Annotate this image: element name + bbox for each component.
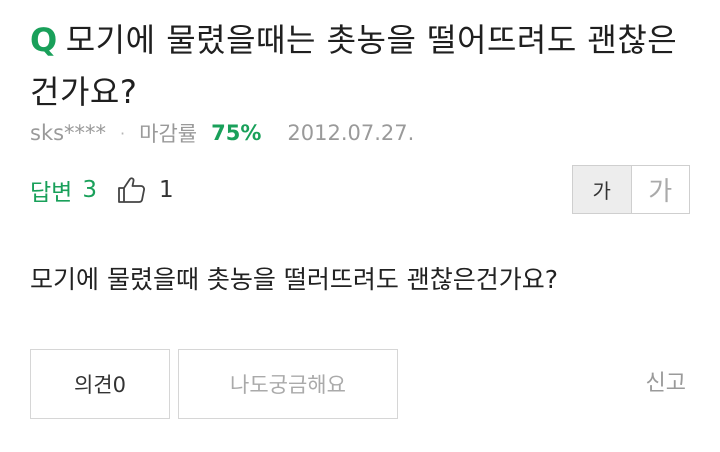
question-stats: 답변 3 1: [30, 170, 174, 210]
answers-count-link[interactable]: 답변 3: [30, 173, 97, 207]
like-button[interactable]: 1: [115, 174, 174, 206]
question-title: Q 모기에 물렸을때는 촛농을 떨어뜨려도 괜찮은 건가요?: [30, 14, 700, 118]
like-count: 1: [158, 177, 174, 203]
meta-separator: ·: [120, 123, 126, 143]
question-mark-icon: Q: [30, 21, 58, 59]
question-body: 모기에 물렸을때 촛농을 떨러뜨려도 괜찮은건가요?: [30, 265, 559, 294]
close-rate-label: 마감률: [139, 122, 198, 146]
thumbs-up-icon: [118, 177, 145, 203]
font-size-control: 가 가: [572, 165, 690, 214]
question-meta: sks**** · 마감률 75% 2012.07.27.: [30, 114, 414, 152]
close-rate-value: 75%: [211, 121, 262, 145]
report-link[interactable]: 신고: [646, 365, 686, 397]
question-title-text: 모기에 물렸을때는 촛농을 떨어뜨려도 괜찮은 건가요?: [30, 21, 678, 111]
opinion-button[interactable]: 의견0: [30, 349, 170, 419]
question-date: 2012.07.27.: [287, 121, 415, 145]
answers-count: 3: [82, 177, 97, 203]
me-too-curious-button[interactable]: 나도궁금해요: [178, 349, 398, 419]
font-size-small-button[interactable]: 가: [573, 166, 632, 213]
answers-label: 답변: [30, 180, 73, 206]
font-size-large-button[interactable]: 가: [632, 166, 690, 213]
author-id[interactable]: sks****: [30, 121, 106, 145]
